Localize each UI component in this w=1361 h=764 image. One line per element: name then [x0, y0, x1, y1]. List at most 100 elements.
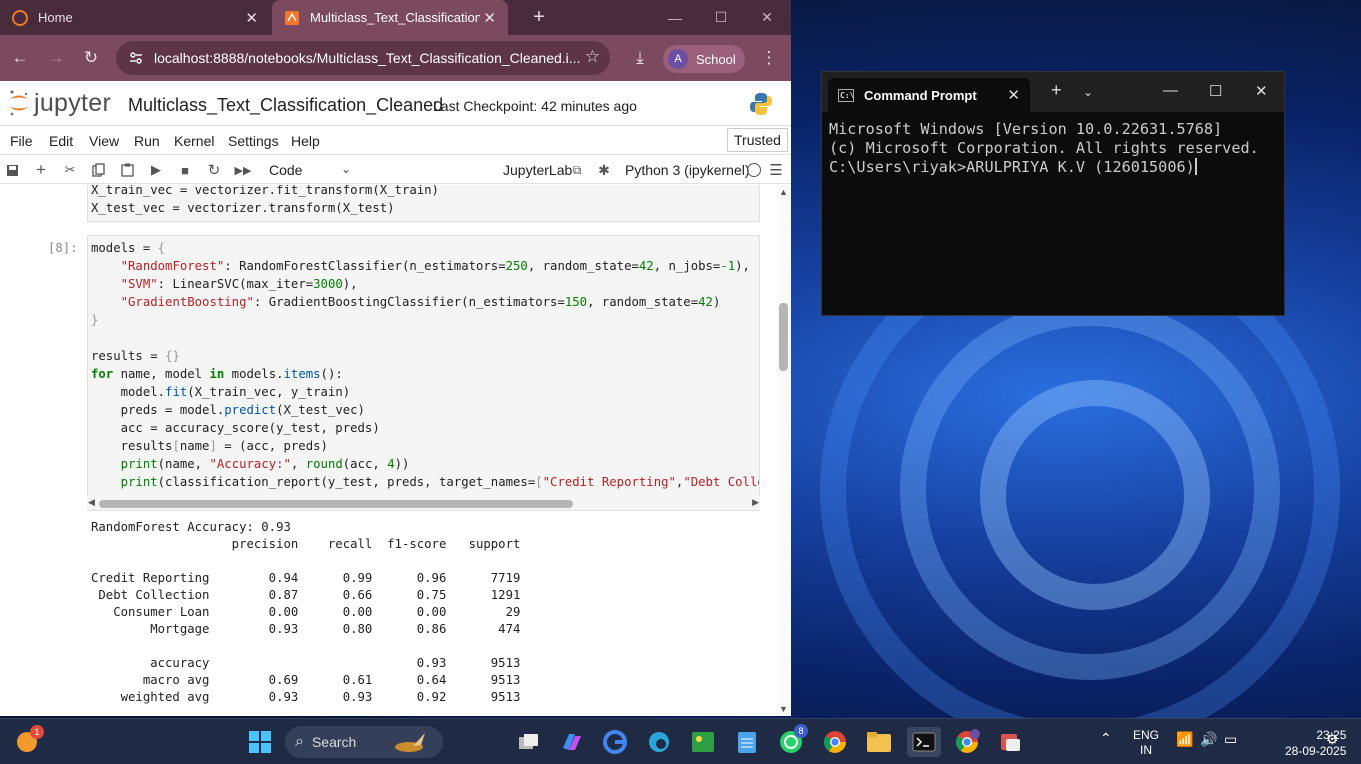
run-cell-icon[interactable]: ▶	[148, 162, 164, 178]
menu-run[interactable]: Run	[134, 133, 160, 149]
profile-chip[interactable]: A School	[663, 45, 745, 73]
chrome-icon[interactable]	[820, 727, 850, 757]
code-line: X_train_vec = vectorizer.fit_transform(X…	[91, 185, 439, 197]
code-cell-models[interactable]: models = { "RandomForest": RandomForestC…	[87, 235, 760, 511]
text-cursor	[1194, 158, 1197, 175]
weather-widget-icon[interactable]: 1	[12, 725, 44, 757]
add-cell-icon[interactable]: +	[33, 160, 49, 179]
restart-kernel-icon[interactable]: ↻	[206, 162, 222, 179]
google-icon[interactable]	[600, 727, 630, 757]
tab-close-icon[interactable]: ✕	[483, 9, 496, 27]
tab-close-icon[interactable]: ✕	[1007, 86, 1020, 104]
interrupt-kernel-icon[interactable]: ■	[177, 162, 193, 178]
site-info-icon[interactable]	[128, 50, 144, 66]
menu-view[interactable]: View	[89, 133, 119, 149]
volume-icon[interactable]: 🔊	[1200, 731, 1217, 748]
edge-icon[interactable]	[644, 727, 674, 757]
profile-label: School	[696, 51, 736, 67]
close-window-icon[interactable]: ✕	[744, 0, 790, 35]
notebook-title[interactable]: Multiclass_Text_Classification_Cleaned	[128, 95, 443, 116]
start-button-icon[interactable]	[245, 727, 275, 757]
tab-home[interactable]: Home ✕	[0, 0, 270, 35]
report-row: Mortgage 0.93 0.80 0.86 474	[91, 622, 521, 636]
open-jupyterlab-link[interactable]: JupyterLab	[503, 162, 572, 178]
minimize-icon[interactable]: —	[652, 0, 698, 35]
trusted-indicator[interactable]: Trusted	[727, 128, 788, 152]
menu-kernel[interactable]: Kernel	[174, 133, 214, 149]
avatar: A	[668, 49, 688, 69]
tab-notebook[interactable]: Multiclass_Text_Classification_Cl ✕	[272, 0, 508, 35]
paste-icon[interactable]	[119, 162, 135, 178]
search-placeholder: Search	[311, 734, 357, 750]
tab-close-icon[interactable]: ✕	[245, 9, 258, 27]
new-tab-icon[interactable]: +	[1051, 80, 1062, 101]
new-tab-icon[interactable]: +	[516, 0, 562, 35]
cell-type-select[interactable]: Code	[269, 162, 302, 178]
maximize-icon[interactable]: ☐	[698, 0, 744, 35]
tab-label: Multiclass_Text_Classification_Cl	[310, 10, 480, 25]
restart-run-all-icon[interactable]: ▶▶	[235, 162, 252, 178]
notepad-icon[interactable]	[732, 727, 762, 757]
wifi-icon[interactable]: 📶	[1176, 731, 1193, 748]
url-text: localhost:8888/notebooks/Multiclass_Text…	[154, 50, 581, 66]
battery-icon[interactable]: ▭	[1224, 731, 1237, 748]
task-view-icon[interactable]	[514, 727, 544, 757]
notification-badge: 1	[30, 725, 44, 739]
external-link-icon[interactable]: ⧉	[569, 162, 585, 178]
back-icon[interactable]: ←	[10, 48, 30, 68]
forward-icon[interactable]: →	[46, 48, 66, 68]
minimize-icon[interactable]: —	[1163, 82, 1178, 99]
menu-help[interactable]: Help	[291, 133, 320, 149]
copilot-icon[interactable]	[556, 727, 586, 757]
menu-hamburger-icon[interactable]: ☰	[768, 162, 784, 179]
reload-icon[interactable]: ↻	[81, 48, 101, 68]
output-accuracy-line: RandomForest Accuracy: 0.93	[91, 520, 291, 534]
file-explorer-icon[interactable]	[864, 727, 894, 757]
terminal-tab-strip: C:\ Command Prompt ✕ + ⌄ — ☐ ✕	[822, 72, 1284, 112]
language-code: ENG	[1133, 728, 1160, 742]
chevron-up-icon[interactable]: ⌃	[1100, 730, 1112, 747]
chevron-down-icon[interactable]: ⌄	[341, 162, 351, 176]
kernel-name[interactable]: Python 3 (ipykernel)	[625, 162, 750, 178]
bookmark-star-icon[interactable]: ☆	[585, 47, 600, 67]
notifications-icon[interactable]: ⚙	[1326, 731, 1339, 748]
snipping-tool-icon[interactable]	[995, 727, 1025, 757]
cut-icon[interactable]: ✂	[62, 162, 78, 178]
browser-tab-strip: Home ✕ Multiclass_Text_Classification_Cl…	[0, 0, 791, 35]
code-editor[interactable]: models = { "RandomForest": RandomForestC…	[91, 239, 759, 491]
jupyter-logo[interactable]: jupyter	[8, 88, 111, 118]
save-icon[interactable]	[4, 162, 20, 178]
jupyter-favicon-icon	[284, 10, 300, 26]
taskbar-search[interactable]: ⌕ Search	[285, 726, 443, 758]
menu-edit[interactable]: Edit	[49, 133, 73, 149]
terminal-output[interactable]: Microsoft Windows [Version 10.0.22631.57…	[829, 120, 1259, 177]
copy-icon[interactable]	[90, 162, 106, 178]
terminal-tab-title: Command Prompt	[864, 87, 977, 103]
address-bar[interactable]: localhost:8888/notebooks/Multiclass_Text…	[116, 41, 610, 75]
chrome-profile-icon[interactable]	[952, 727, 982, 757]
terminal-taskbar-icon[interactable]	[907, 727, 941, 757]
scrollbar-thumb[interactable]	[99, 500, 573, 508]
menu-settings[interactable]: Settings	[228, 133, 279, 149]
language-indicator[interactable]: ENG IN	[1133, 728, 1159, 758]
notebook-vertical-scrollbar[interactable]: ▲ ▼	[777, 185, 791, 716]
chevron-down-icon[interactable]: ⌄	[1083, 85, 1093, 99]
code-cell-previous[interactable]: X_train_vec = vectorizer.fit_transform(X…	[87, 185, 760, 222]
notification-badge: 8	[794, 724, 808, 738]
notebook-area: X_train_vec = vectorizer.fit_transform(X…	[0, 185, 777, 716]
menu-file[interactable]: File	[10, 133, 33, 149]
maximize-icon[interactable]: ☐	[1209, 82, 1222, 100]
download-icon[interactable]: ⤓	[630, 48, 650, 68]
jupyter-wordmark: jupyter	[34, 88, 112, 117]
report-row: Consumer Loan 0.00 0.00 0.00 29	[91, 605, 521, 619]
debugger-bug-icon[interactable]: ✱	[596, 162, 612, 178]
code-editor[interactable]: X_train_vec = vectorizer.fit_transform(X…	[91, 185, 439, 217]
photos-app-icon[interactable]	[688, 727, 718, 757]
whatsapp-icon[interactable]: 8	[776, 724, 808, 757]
scrollbar-thumb[interactable]	[779, 303, 788, 371]
browser-menu-icon[interactable]: ⋮	[759, 48, 779, 68]
browser-window: Home ✕ Multiclass_Text_Classification_Cl…	[0, 0, 791, 716]
code-horizontal-scrollbar[interactable]: ◀ ▶	[87, 496, 760, 510]
terminal-tab[interactable]: C:\ Command Prompt ✕	[828, 78, 1030, 112]
close-window-icon[interactable]: ✕	[1255, 82, 1268, 100]
